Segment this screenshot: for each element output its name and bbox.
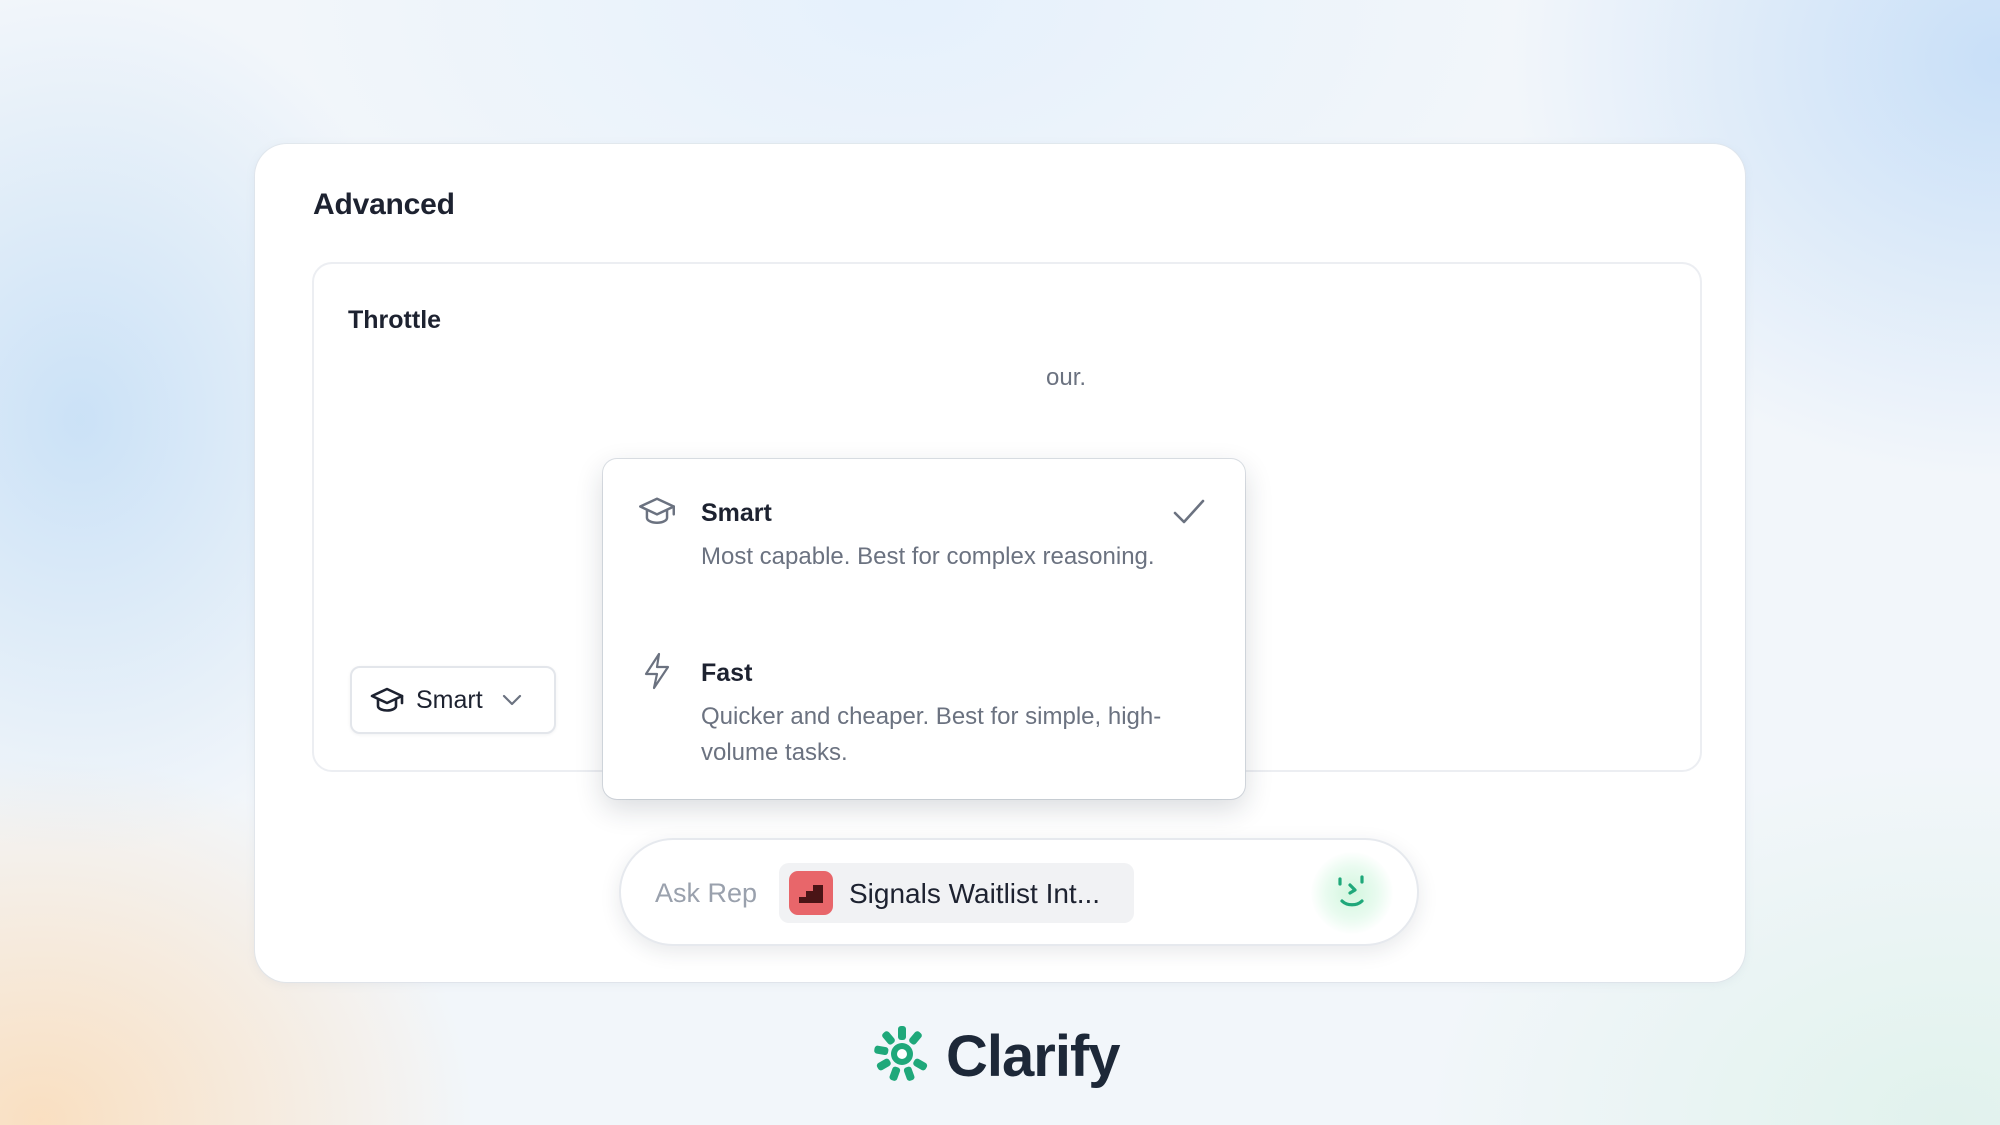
brand-name: Clarify bbox=[946, 1023, 1121, 1089]
signals-stairs-icon bbox=[789, 871, 833, 915]
graduation-cap-icon bbox=[637, 493, 677, 529]
model-option-smart[interactable]: Smart Most capable. Best for complex rea… bbox=[603, 459, 1245, 609]
model-select[interactable]: Smart bbox=[350, 666, 556, 734]
assistant-avatar-icon[interactable] bbox=[1311, 852, 1393, 934]
ask-rep-bar[interactable]: Ask Rep Signals Waitlist Int... bbox=[619, 838, 1419, 946]
lightning-bolt-icon bbox=[637, 652, 677, 690]
context-chip-label: Signals Waitlist Int... bbox=[849, 878, 1101, 909]
model-dropdown-menu: Smart Most capable. Best for complex rea… bbox=[603, 459, 1245, 799]
ask-rep-placeholder[interactable]: Ask Rep bbox=[655, 878, 757, 909]
option-description: Quicker and cheaper. Best for simple, hi… bbox=[701, 703, 1162, 766]
option-description: Most capable. Best for complex reasoning… bbox=[701, 543, 1155, 570]
clarify-logo-icon bbox=[872, 1024, 932, 1089]
chevron-down-icon bbox=[501, 689, 523, 711]
option-title: Smart bbox=[701, 499, 772, 527]
clarify-brand: Clarify bbox=[872, 1023, 1121, 1089]
advanced-settings-card: Advanced Throttle our. Smart Smart Most … bbox=[255, 144, 1745, 982]
graduation-cap-icon bbox=[370, 686, 406, 714]
checkmark-icon bbox=[1171, 495, 1207, 529]
throttle-label: Throttle bbox=[348, 306, 442, 334]
model-option-fast[interactable]: Fast Quicker and cheaper. Best for simpl… bbox=[603, 619, 1245, 769]
model-select-label: Smart bbox=[416, 685, 483, 714]
context-chip[interactable]: Signals Waitlist Int... bbox=[779, 863, 1134, 923]
option-title: Fast bbox=[701, 659, 753, 687]
section-title: Advanced bbox=[313, 188, 455, 221]
throttle-description: our. bbox=[1046, 364, 1087, 391]
